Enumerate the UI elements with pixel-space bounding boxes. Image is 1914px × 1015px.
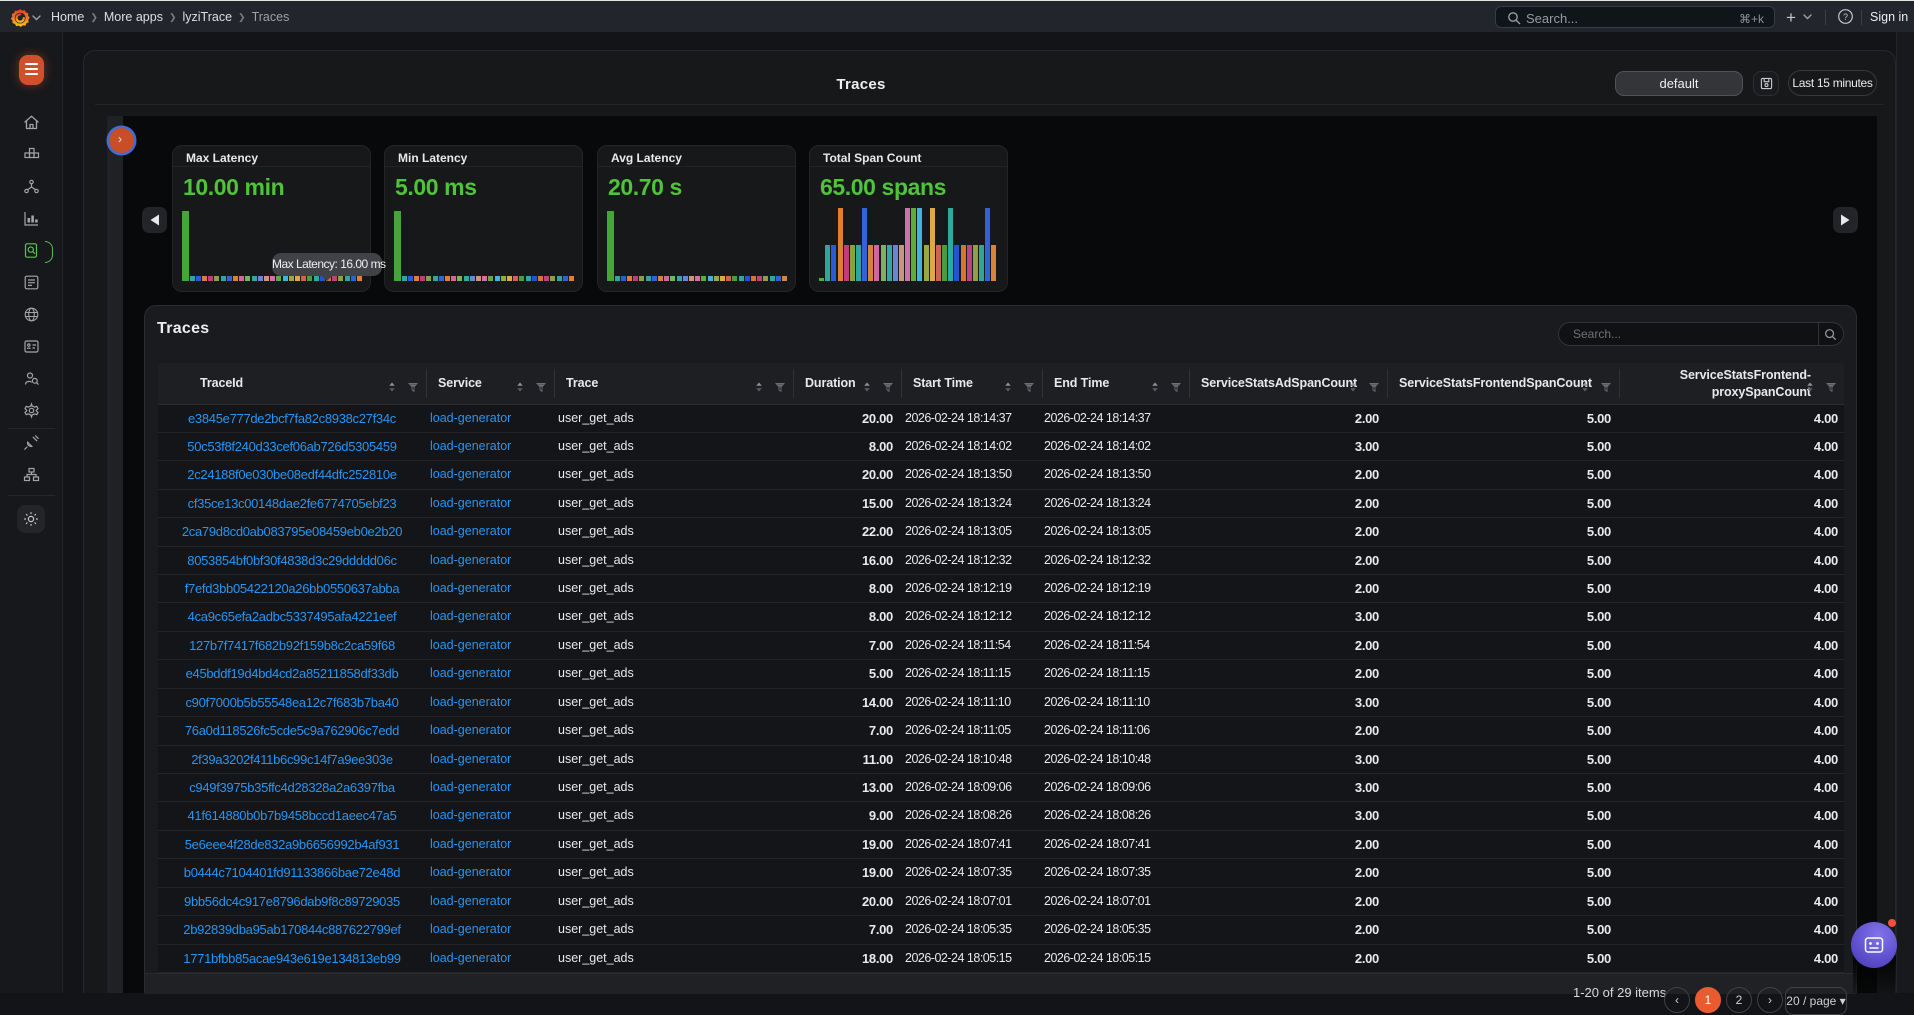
svg-text:?: ? xyxy=(1843,12,1848,22)
